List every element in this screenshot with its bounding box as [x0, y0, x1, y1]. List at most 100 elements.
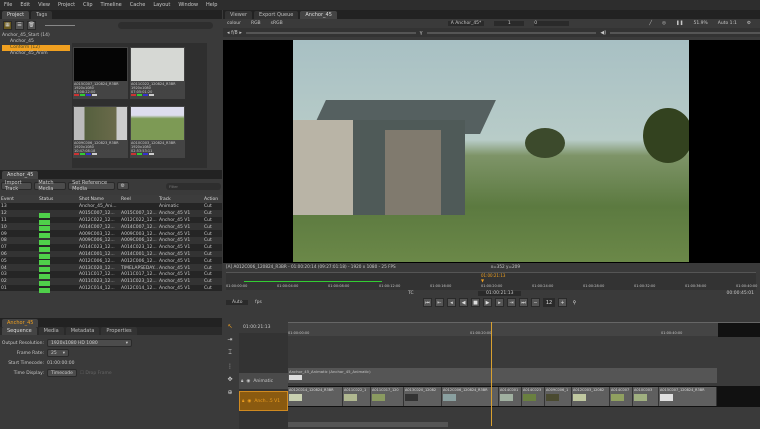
timeline-clip[interactable]: A014C001 — [499, 387, 522, 406]
go-to-end-icon[interactable]: ⏭ — [519, 298, 528, 307]
tab-metadata[interactable]: Metadata — [65, 327, 100, 335]
menu-edit[interactable]: Edit — [20, 2, 30, 8]
move-tool-icon[interactable]: ✥ — [227, 376, 232, 383]
lock-icon[interactable]: 🔒︎ — [242, 398, 244, 404]
table-row[interactable]: 03OKA011C017_12...A011C017_12...Anchor_4… — [0, 270, 222, 279]
table-row[interactable]: 10OKA014C007_12...A014C007_12...Anchor_4… — [0, 223, 222, 232]
viewer-playhead[interactable]: 01:00:21:13 ▼ — [481, 273, 505, 283]
rgb-select[interactable]: RGB — [251, 21, 261, 26]
table-row[interactable]: 12OKA015C007_12...A015C007_12...Anchor_4… — [0, 209, 222, 218]
tab-anchor-45-sequence[interactable]: Anchor_45 — [2, 319, 39, 327]
play-backward-icon[interactable]: ◀ — [459, 298, 468, 307]
start-timecode-field[interactable]: 01:00:00:00 — [47, 361, 74, 366]
clip-thumbnail[interactable]: A015C007_120824_R3BR 1920x1080 07:08:22:00 — [73, 47, 128, 99]
gain-field[interactable]: 0 — [534, 21, 570, 26]
timeline-clip[interactable]: A015C007_120824_R3BR — [659, 387, 717, 406]
match-media-button[interactable]: Match Media — [34, 180, 67, 192]
viewer-canvas[interactable] — [223, 40, 760, 263]
table-row[interactable]: 08OKA009C006_12...A009C006_12...Anchor_4… — [0, 236, 222, 245]
step-field[interactable]: 12 — [543, 298, 555, 307]
table-row[interactable]: 01OKA012C014_12...A012C014_12...Anchor_4… — [0, 284, 222, 293]
table-row[interactable]: 13 Anchor_45_Ani... Animatic Cut — [0, 203, 222, 210]
paint-icon[interactable]: ╱ — [649, 21, 652, 26]
timeline-clip[interactable]: A014C007 — [610, 387, 633, 406]
select-tool-icon[interactable]: ↖ — [227, 323, 232, 330]
animatic-clip[interactable]: Anchor_45_Animatic (Anchor_45_Animatic) — [288, 368, 717, 383]
slip-tool-icon[interactable]: ⇥ — [227, 336, 232, 343]
menu-view[interactable]: View — [38, 2, 50, 8]
clip-thumbnail[interactable]: A010C003_120824_R3BR 1920x1080 02:53:53:11 — [130, 106, 185, 158]
track-header-v1[interactable]: 🔒︎ ◉ Anch...5 V1 — [239, 391, 288, 411]
channels-select[interactable]: colour — [227, 21, 241, 26]
table-row[interactable]: 04OKA013C020_12...TIMELAPSEDAY...Anchor_… — [0, 264, 222, 273]
tab-anchor-45-viewer[interactable]: Anchor_45 — [300, 11, 337, 19]
tab-export-queue[interactable]: Export Queue — [254, 11, 299, 19]
current-timecode-field[interactable]: 01:00:21:13 — [478, 291, 522, 296]
gear-icon[interactable]: ⚙ — [116, 182, 129, 190]
gamma-slider[interactable] — [426, 31, 597, 34]
thumbnail-size-slider[interactable] — [45, 24, 75, 26]
menu-layout[interactable]: Layout — [153, 2, 170, 8]
col-event[interactable]: Event — [1, 197, 39, 202]
menu-timeline[interactable]: Timeline — [101, 2, 122, 8]
clip-thumbnail[interactable]: A009C006_120823_R3BR 1920x1080 10:47:08:18 — [73, 106, 128, 158]
frame-rate-select[interactable]: 25 ▾ — [47, 349, 69, 357]
pause-icon[interactable]: ❚❚ — [676, 21, 684, 26]
timeline-clip[interactable]: A014C023 — [522, 387, 545, 406]
zoom-tool-icon[interactable]: ⊕ — [227, 389, 232, 396]
timeline-clip[interactable]: A011C022_1 — [343, 387, 371, 406]
trash-icon[interactable]: 🗑 — [27, 20, 36, 30]
eye-icon[interactable]: ◉ — [247, 399, 251, 404]
go-to-start-icon[interactable]: ⏮ — [423, 298, 432, 307]
previous-edit-icon[interactable]: ⇤ — [435, 298, 444, 307]
menu-file[interactable]: File — [4, 2, 12, 8]
tab-viewer[interactable]: Viewer — [225, 11, 252, 19]
tc-mode-select[interactable]: TC — [408, 291, 414, 296]
tab-project[interactable]: Project — [2, 11, 30, 19]
step-back-icon[interactable]: ◂ — [447, 298, 456, 307]
menu-project[interactable]: Project — [58, 2, 75, 8]
col-reel[interactable]: Reel — [121, 197, 159, 202]
timeline-playhead[interactable] — [491, 322, 492, 426]
menu-clip[interactable]: Clip — [83, 2, 92, 8]
output-resolution-select[interactable]: 1920x1080 HD 1080 ▾ — [47, 339, 132, 347]
lock-icon[interactable]: 🔒︎ — [241, 378, 243, 384]
thumbnail-scrollbar[interactable] — [207, 43, 212, 168]
lut-select[interactable]: sRGB — [271, 21, 283, 26]
fps-mode-select[interactable]: Auto — [226, 300, 249, 305]
zoom-select[interactable]: 51.9% — [694, 21, 708, 26]
list-view-icon[interactable]: ☰ — [15, 20, 24, 30]
project-search-input[interactable] — [118, 21, 213, 29]
drop-frame-checkbox[interactable]: ☐ Drop Frame — [80, 371, 112, 376]
bin-anchor-anim[interactable]: Anchor_45_Anim — [2, 51, 70, 57]
gain-slider[interactable] — [245, 31, 416, 34]
tab-properties[interactable]: Properties — [101, 327, 137, 335]
increment-icon[interactable]: + — [558, 298, 567, 307]
import-track-button[interactable]: Import Track — [1, 180, 33, 192]
tab-sequence[interactable]: Sequence — [2, 327, 37, 335]
timeline-clip[interactable]: A012C014_120824_R3BR — [288, 387, 343, 406]
tab-media[interactable]: Media — [38, 327, 64, 335]
table-row[interactable]: 11OKA012C022_12...A012C022_12...Anchor_4… — [0, 216, 222, 225]
timeline-clip[interactable]: A010C003 — [633, 387, 659, 406]
trim-tool-icon[interactable]: ⌶ — [228, 349, 232, 357]
tab-anchor-45[interactable]: Anchor_45 — [2, 171, 39, 179]
set-reference-media-button[interactable]: Set Reference Media — [68, 180, 115, 192]
col-action[interactable]: Action — [204, 197, 223, 202]
settings-icon[interactable]: ⚙ — [747, 21, 751, 26]
grid-view-icon[interactable]: ▦ — [3, 20, 12, 30]
col-shot-name[interactable]: Shot Name — [79, 197, 121, 202]
razor-tool-icon[interactable]: ⋮ — [227, 363, 233, 370]
viewer-timeline-ruler[interactable]: 01:00:21:13 ▼ 01:00:00:00 01:00:04:00 01:00… — [226, 272, 757, 290]
eye-icon[interactable]: ◉ — [246, 379, 250, 384]
menu-window[interactable]: Window — [178, 2, 198, 8]
next-edit-icon[interactable]: ⇥ — [507, 298, 516, 307]
timeline-clip[interactable]: A012C003_12082 — [572, 387, 610, 406]
timeline-horizontal-scrollbar[interactable] — [288, 422, 448, 427]
track-header-animatic[interactable]: 🔒︎ ◉ Animatic — [239, 373, 288, 389]
clip-thumbnail[interactable]: A011C022_120824_R3BR 1920x1080 07:05:01:20 — [130, 47, 185, 99]
timeline-clip[interactable]: A009C006_1 — [545, 387, 572, 406]
roi-icon[interactable]: ◎ — [662, 21, 666, 26]
tab-tags[interactable]: Tags — [31, 11, 53, 19]
play-forward-icon[interactable]: ▶ — [483, 298, 492, 307]
